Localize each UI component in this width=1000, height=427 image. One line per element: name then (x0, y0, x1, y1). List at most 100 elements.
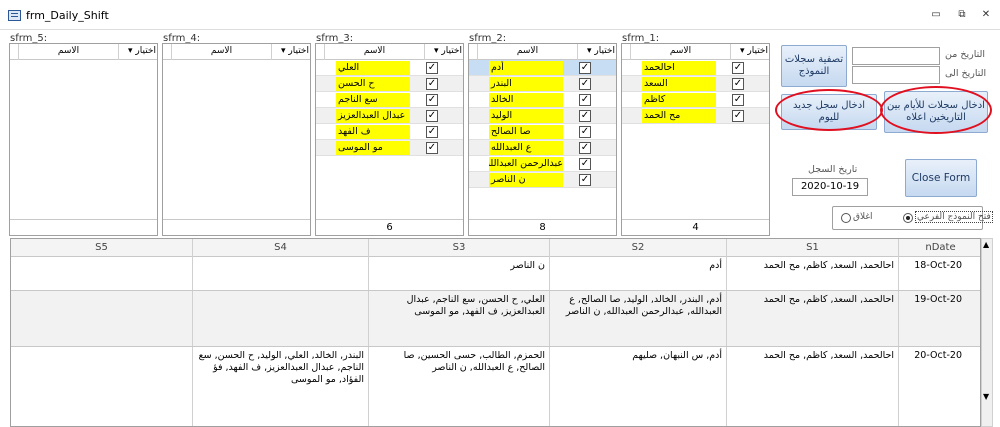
close-form-button[interactable]: Close Form (905, 159, 977, 197)
name-cell[interactable]: احالحمد (642, 61, 716, 75)
name-cell[interactable]: أدم (489, 61, 563, 75)
subform-row[interactable]: العلي ✓ (316, 60, 463, 76)
subform-1[interactable]: الاسم ▾ اختيار احالحمد ✓ السعد ✓ كاظم ✓ مح الحمد… (621, 43, 770, 236)
name-cell[interactable]: ع العبدالله (489, 141, 563, 155)
subform-row[interactable]: صا الصالح ✓ (469, 124, 616, 140)
cell-s4[interactable] (192, 257, 368, 290)
name-cell[interactable]: صا الصالح (489, 125, 563, 139)
clear-records-button[interactable]: تصفية سجلات النموذج (781, 45, 847, 87)
radio-open[interactable] (903, 213, 913, 223)
name-cell[interactable]: مح الحمد (642, 109, 716, 123)
pick-checkbox[interactable]: ✓ (426, 126, 438, 138)
cell-s4[interactable] (192, 291, 368, 346)
name-cell[interactable]: البندر (489, 77, 563, 91)
subform-row[interactable]: عبدالرحمن العبدالله ✓ (469, 156, 616, 172)
pick-checkbox[interactable]: ✓ (732, 94, 744, 106)
name-column-header[interactable]: الاسم (477, 44, 577, 60)
subform-row[interactable]: الوليد ✓ (469, 108, 616, 124)
pick-checkbox[interactable]: ✓ (579, 110, 591, 122)
cell-s2[interactable]: أدم, البندر, الخالد, الوليد, صا الصالح, … (549, 291, 726, 346)
name-cell[interactable]: ح الحسن (336, 77, 410, 91)
name-cell[interactable]: عبدال العبدالعزيز (336, 109, 410, 123)
grid-row[interactable]: البندر, الخالد, العلي, الوليد, ح الحسن, … (11, 347, 980, 426)
pick-checkbox[interactable]: ✓ (579, 62, 591, 74)
name-cell[interactable]: العلي (336, 61, 410, 75)
scroll-up-icon[interactable]: ▲ (983, 241, 989, 249)
pick-column-header[interactable]: ▾ اختيار (577, 44, 617, 60)
name-cell[interactable]: مو الموسى (336, 141, 410, 155)
grid-scrollbar[interactable]: ▲ ▼ (981, 238, 993, 427)
subform-row[interactable]: ح الحسن ✓ (316, 76, 463, 92)
subform-row[interactable]: السعد ✓ (622, 76, 769, 92)
name-column-header[interactable]: الاسم (18, 44, 118, 60)
subform-row[interactable]: عبدال العبدالعزيز ✓ (316, 108, 463, 124)
subform-row[interactable]: مح الحمد ✓ (622, 108, 769, 124)
cell-s3[interactable]: ن الناصر (368, 257, 549, 290)
radio-close[interactable] (841, 213, 851, 223)
date-from-input[interactable] (852, 47, 940, 65)
subform-5[interactable]: الاسم ▾ اختيار (9, 43, 158, 236)
pick-checkbox[interactable]: ✓ (426, 142, 438, 154)
subform-row[interactable]: البندر ✓ (469, 76, 616, 92)
name-cell[interactable]: ن الناصر (489, 173, 563, 187)
name-cell[interactable]: سع الناجم (336, 93, 410, 107)
close-icon[interactable]: ✕ (978, 8, 994, 22)
pick-column-header[interactable]: ▾ اختيار (730, 44, 770, 60)
restore-icon[interactable]: ⧉ (954, 8, 970, 22)
pick-column-header[interactable]: ▾ اختيار (424, 44, 464, 60)
subform-row[interactable]: كاظم ✓ (622, 92, 769, 108)
cell-s4[interactable]: البندر, الخالد, العلي, الوليد, ح الحسن, … (192, 347, 368, 426)
col-s5[interactable]: S5 (11, 239, 192, 257)
grid-row[interactable]: العلي, ح الحسن, سع الناجم, عبدال العبدال… (11, 291, 980, 347)
cell-ndate[interactable]: 20-Oct-20 (898, 347, 980, 426)
pick-checkbox[interactable]: ✓ (426, 94, 438, 106)
pick-checkbox[interactable]: ✓ (579, 126, 591, 138)
cell-s1[interactable]: احالحمد, السعد, كاظم, مح الحمد (726, 347, 898, 426)
name-cell[interactable]: الوليد (489, 109, 563, 123)
pick-checkbox[interactable]: ✓ (732, 110, 744, 122)
name-cell[interactable]: السعد (642, 77, 716, 91)
pick-column-header[interactable]: ▾ اختيار (118, 44, 158, 60)
pick-checkbox[interactable]: ✓ (579, 78, 591, 90)
col-s4[interactable]: S4 (192, 239, 368, 257)
date-to-input[interactable] (852, 66, 940, 84)
col-s1[interactable]: S1 (726, 239, 898, 257)
name-cell[interactable]: ف الفهد (336, 125, 410, 139)
cell-s5[interactable] (11, 257, 192, 290)
subform-row[interactable]: الخالد ✓ (469, 92, 616, 108)
cell-ndate[interactable]: 18-Oct-20 (898, 257, 980, 290)
subform-4[interactable]: الاسم ▾ اختيار (162, 43, 311, 236)
pick-checkbox[interactable]: ✓ (579, 94, 591, 106)
pick-checkbox[interactable]: ✓ (426, 110, 438, 122)
subform-row[interactable]: ف الفهد ✓ (316, 124, 463, 140)
subform-row[interactable]: ن الناصر ✓ (469, 172, 616, 188)
cell-s2[interactable]: أدم (549, 257, 726, 290)
pick-column-header[interactable]: ▾ اختيار (271, 44, 311, 60)
subform-row[interactable]: أدم ✓ (469, 60, 616, 76)
name-cell[interactable]: عبدالرحمن العبدالله (489, 157, 563, 171)
record-date-input[interactable]: 2020-10-19 (792, 178, 868, 196)
name-cell[interactable]: كاظم (642, 93, 716, 107)
pick-checkbox[interactable]: ✓ (579, 158, 591, 170)
col-ndate[interactable]: nDate (898, 239, 980, 257)
col-s3[interactable]: S3 (368, 239, 549, 257)
cell-s3[interactable]: العلي, ح الحسن, سع الناجم, عبدال العبدال… (368, 291, 549, 346)
cell-s5[interactable] (11, 291, 192, 346)
subform-row[interactable]: احالحمد ✓ (622, 60, 769, 76)
minimize-icon[interactable]: ▭ (928, 8, 944, 22)
name-column-header[interactable]: الاسم (171, 44, 271, 60)
col-s2[interactable]: S2 (549, 239, 726, 257)
name-column-header[interactable]: الاسم (324, 44, 424, 60)
cell-s1[interactable]: احالحمد, السعد, كاظم, مح الحمد (726, 257, 898, 290)
subform-2[interactable]: الاسم ▾ اختيار أدم ✓ البندر ✓ الخالد ✓ الوليد ✓ صا… (468, 43, 617, 236)
pick-checkbox[interactable]: ✓ (579, 174, 591, 186)
shift-grid[interactable]: S5 S4 S3 S2 S1 nDate ن الناصر أدم احالحمد,… (10, 238, 981, 427)
subform-row[interactable]: مو الموسى ✓ (316, 140, 463, 156)
name-cell[interactable]: الخالد (489, 93, 563, 107)
scroll-down-icon[interactable]: ▼ (983, 393, 989, 401)
subform-row[interactable]: ع العبدالله ✓ (469, 140, 616, 156)
subform-3[interactable]: الاسم ▾ اختيار العلي ✓ ح الحسن ✓ سع الناجم ✓ عبد… (315, 43, 464, 236)
pick-checkbox[interactable]: ✓ (426, 78, 438, 90)
grid-row[interactable]: ن الناصر أدم احالحمد, السعد, كاظم, مح الحم… (11, 257, 980, 291)
cell-s2[interactable]: أدم, س النبهان, صليهم (549, 347, 726, 426)
